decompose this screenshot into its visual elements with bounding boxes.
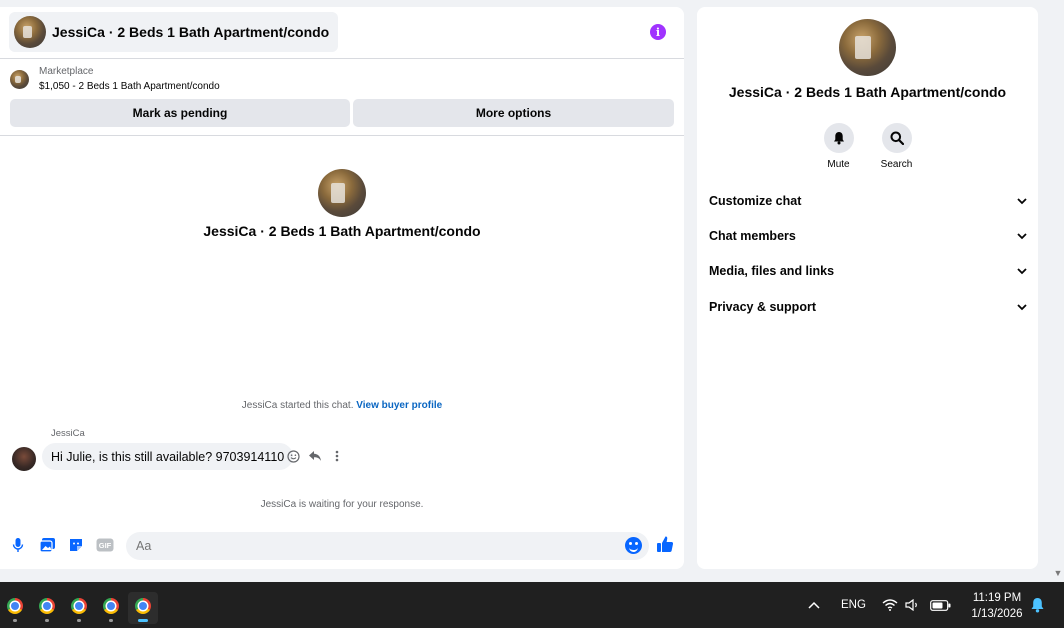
emoji-picker-icon[interactable] bbox=[625, 537, 642, 554]
menu-privacy-support[interactable]: Privacy & support bbox=[709, 292, 1027, 322]
clock-date: 1/13/2026 bbox=[971, 608, 1023, 620]
chrome-icon bbox=[135, 598, 151, 614]
chevron-down-icon bbox=[1017, 267, 1027, 274]
chat-title: JessiCa · 2 Beds 1 Bath Apartment/condo bbox=[52, 24, 330, 40]
photo-icon[interactable] bbox=[38, 536, 56, 554]
conversation-info-panel: JessiCa · 2 Beds 1 Bath Apartment/condo … bbox=[697, 7, 1038, 569]
listing-thumbnail bbox=[10, 70, 29, 89]
search-button[interactable]: Search bbox=[881, 123, 913, 170]
menu-customize-chat[interactable]: Customize chat bbox=[709, 186, 1027, 216]
like-thumbs-up-icon[interactable] bbox=[656, 535, 674, 553]
reply-icon[interactable] bbox=[308, 448, 322, 464]
taskbar-app-chrome-1[interactable] bbox=[0, 592, 30, 624]
info-avatar[interactable] bbox=[839, 19, 896, 76]
taskbar-indicator bbox=[138, 619, 148, 622]
menu-chat-members-label: Chat members bbox=[709, 229, 796, 243]
sender-name: JessiCa bbox=[51, 428, 85, 439]
info-name: JessiCa · 2 Beds 1 Bath Apartment/condo bbox=[728, 84, 1007, 100]
sender-avatar[interactable] bbox=[12, 447, 36, 471]
message-composer: GIF bbox=[0, 530, 684, 562]
mute-label: Mute bbox=[827, 159, 850, 170]
more-options-button[interactable]: More options bbox=[353, 99, 674, 127]
menu-privacy-support-label: Privacy & support bbox=[709, 300, 816, 314]
chat-started-text: JessiCa started this chat. bbox=[241, 400, 354, 411]
message-bubble[interactable]: Hi Julie, is this still available? 97039… bbox=[42, 443, 294, 470]
chevron-down-icon bbox=[1017, 197, 1027, 204]
listing-title: $1,050 - 2 Beds 1 Bath Apartment/condo bbox=[39, 81, 220, 92]
conversation-profile: JessiCa · 2 Beds 1 Bath Apartment/condo bbox=[0, 169, 684, 239]
wifi-icon[interactable] bbox=[882, 582, 898, 628]
chevron-down-icon bbox=[1017, 303, 1027, 310]
volume-icon[interactable] bbox=[905, 582, 920, 628]
system-clock[interactable]: 11:19 PM 1/13/2026 bbox=[962, 590, 1032, 622]
chevron-down-icon bbox=[1017, 232, 1027, 239]
chrome-icon bbox=[7, 598, 23, 614]
svg-text:GIF: GIF bbox=[99, 541, 112, 550]
message-actions bbox=[286, 448, 344, 464]
taskbar-indicator bbox=[45, 619, 49, 622]
gif-icon[interactable]: GIF bbox=[96, 536, 114, 554]
battery-icon[interactable] bbox=[930, 582, 951, 628]
taskbar-indicator bbox=[109, 619, 113, 622]
chrome-icon bbox=[39, 598, 55, 614]
taskbar-indicator bbox=[77, 619, 81, 622]
marketplace-listing[interactable]: Marketplace $1,050 - 2 Beds 1 Bath Apart… bbox=[10, 65, 220, 94]
sticker-icon[interactable] bbox=[67, 536, 85, 554]
search-icon bbox=[881, 123, 912, 153]
taskbar-app-chrome-2[interactable] bbox=[32, 592, 62, 624]
info-actions: Mute Search bbox=[697, 123, 1038, 170]
microphone-icon[interactable] bbox=[9, 536, 27, 554]
view-buyer-profile-link[interactable]: View buyer profile bbox=[356, 400, 442, 411]
conversation-name: JessiCa · 2 Beds 1 Bath Apartment/condo bbox=[203, 223, 481, 239]
marketplace-label: Marketplace bbox=[39, 66, 94, 77]
message-input[interactable] bbox=[126, 532, 649, 560]
chat-header[interactable]: JessiCa · 2 Beds 1 Bath Apartment/condo bbox=[9, 12, 339, 52]
info-icon[interactable]: i bbox=[650, 24, 666, 40]
clock-time: 11:19 PM bbox=[972, 592, 1022, 604]
more-actions-icon[interactable] bbox=[330, 448, 344, 464]
waiting-note: JessiCa is waiting for your response. bbox=[260, 499, 424, 510]
menu-media-files-links-label: Media, files and links bbox=[709, 264, 835, 278]
chrome-icon bbox=[103, 598, 119, 614]
mark-as-pending-button[interactable]: Mark as pending bbox=[10, 99, 350, 127]
chat-started-note: JessiCa started this chat. View buyer pr… bbox=[0, 400, 684, 411]
taskbar-app-chrome-4[interactable] bbox=[96, 592, 126, 624]
menu-media-files-links[interactable]: Media, files and links bbox=[709, 256, 1027, 286]
info-profile: JessiCa · 2 Beds 1 Bath Apartment/condo bbox=[697, 19, 1038, 100]
header-divider bbox=[0, 58, 684, 59]
taskbar-indicator bbox=[13, 619, 17, 622]
scroll-down-arrow-icon[interactable]: ▼ bbox=[1052, 568, 1064, 578]
conversation-avatar[interactable] bbox=[318, 169, 366, 217]
chat-panel: JessiCa · 2 Beds 1 Bath Apartment/condo … bbox=[0, 7, 684, 569]
language-indicator[interactable]: ENG bbox=[841, 582, 866, 628]
menu-customize-chat-label: Customize chat bbox=[709, 194, 802, 208]
notification-bell-icon[interactable] bbox=[1030, 582, 1045, 628]
mute-button[interactable]: Mute bbox=[823, 123, 855, 170]
show-hidden-icons-icon[interactable] bbox=[808, 582, 820, 628]
taskbar: ENG 11:19 PM 1/13/2026 bbox=[0, 582, 1064, 628]
react-emoji-icon[interactable] bbox=[286, 448, 300, 464]
listing-avatar bbox=[14, 16, 46, 48]
taskbar-app-chrome-active[interactable] bbox=[128, 592, 158, 624]
actions-divider bbox=[0, 135, 684, 136]
bell-icon bbox=[823, 123, 854, 153]
menu-chat-members[interactable]: Chat members bbox=[709, 221, 1027, 251]
search-label: Search bbox=[880, 159, 913, 170]
chrome-icon bbox=[71, 598, 87, 614]
taskbar-app-chrome-3[interactable] bbox=[64, 592, 94, 624]
